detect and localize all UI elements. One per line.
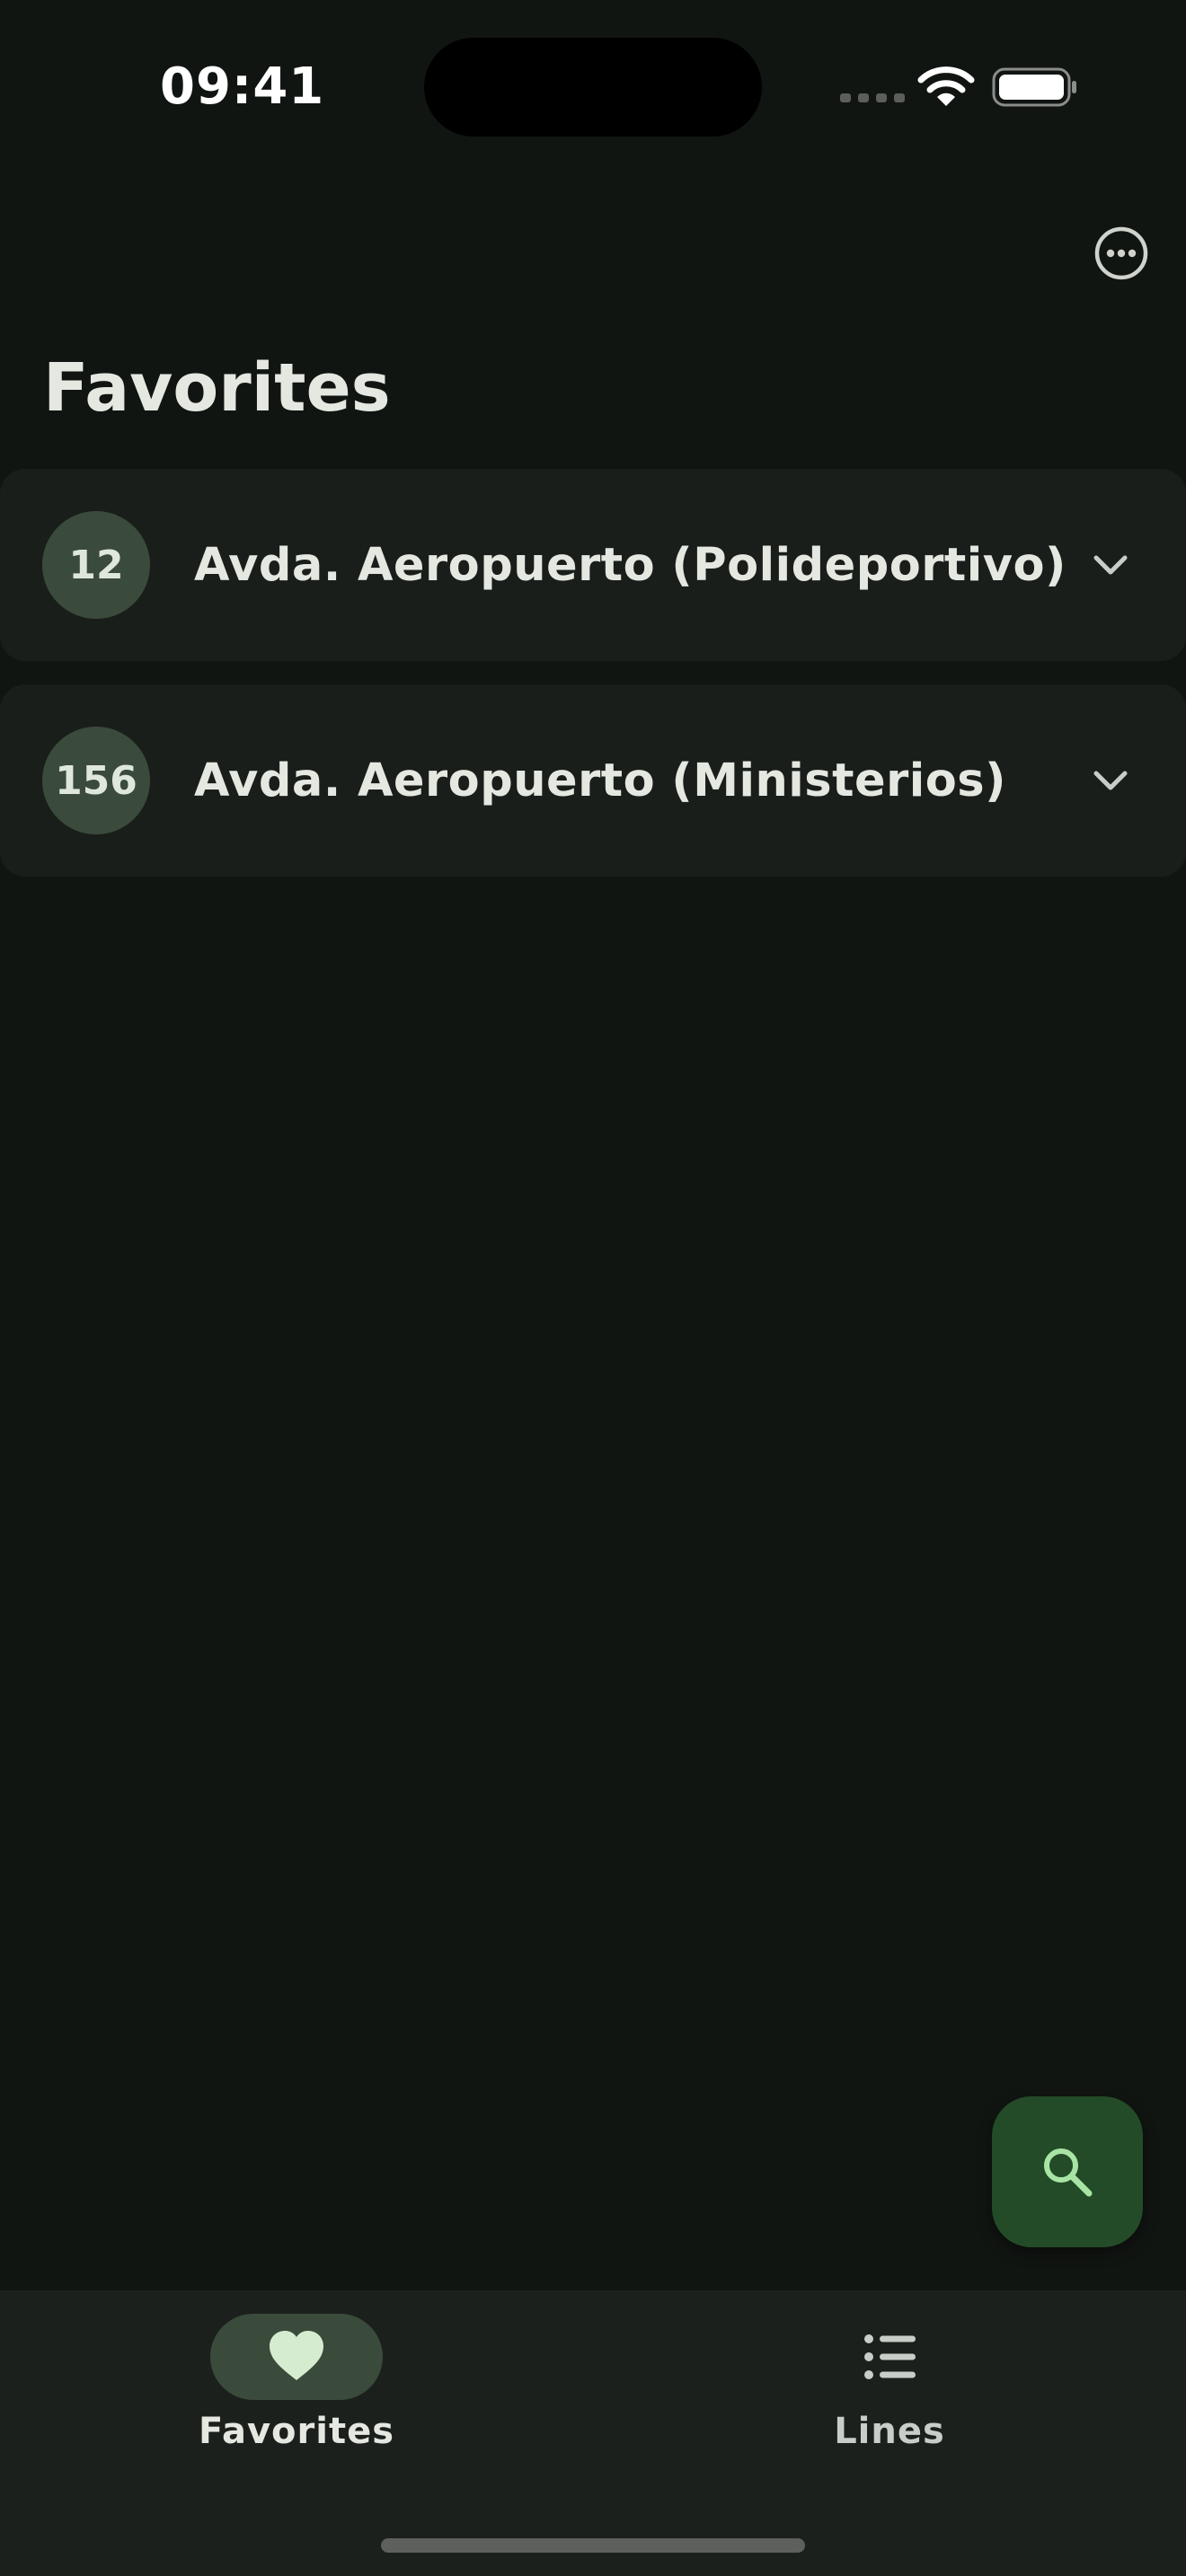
status-time: 09:41 (160, 57, 325, 116)
search-icon (1044, 2148, 1093, 2197)
heart-icon (270, 2331, 323, 2380)
status-bar: 09:41 (0, 0, 1186, 180)
stop-number-badge: 156 (42, 727, 150, 834)
cellular-signal-icon (840, 93, 905, 102)
stop-name: Avda. Aeropuerto (Polideportivo) (194, 538, 1067, 592)
stop-number-badge: 12 (42, 511, 150, 619)
stop-name: Avda. Aeropuerto (Ministerios) (194, 754, 1006, 807)
search-fab-button[interactable] (992, 2096, 1143, 2247)
dynamic-island (424, 38, 762, 137)
more-options-button[interactable] (1093, 225, 1149, 281)
home-indicator[interactable] (381, 2538, 805, 2553)
nav-tab-lines[interactable]: Lines (755, 2314, 1024, 2493)
favorite-stop-card[interactable]: 12 Avda. Aeropuerto (Polideportivo) (0, 469, 1186, 661)
favorite-stop-card[interactable]: 156 Avda. Aeropuerto (Ministerios) (0, 684, 1186, 877)
chevron-down-icon[interactable] (1089, 765, 1132, 796)
bottom-navigation-bar: Favorites Lines (0, 2290, 1186, 2576)
nav-label-favorites: Favorites (198, 2411, 395, 2452)
nav-tab-favorites[interactable]: Favorites (162, 2314, 431, 2493)
list-icon (864, 2334, 916, 2379)
chevron-down-icon[interactable] (1089, 550, 1132, 580)
wifi-icon (917, 66, 975, 106)
page-title: Favorites (43, 349, 391, 427)
battery-icon (992, 67, 1076, 107)
favorites-list: 12 Avda. Aeropuerto (Polideportivo) 156 … (0, 469, 1186, 900)
nav-label-lines: Lines (834, 2411, 945, 2452)
